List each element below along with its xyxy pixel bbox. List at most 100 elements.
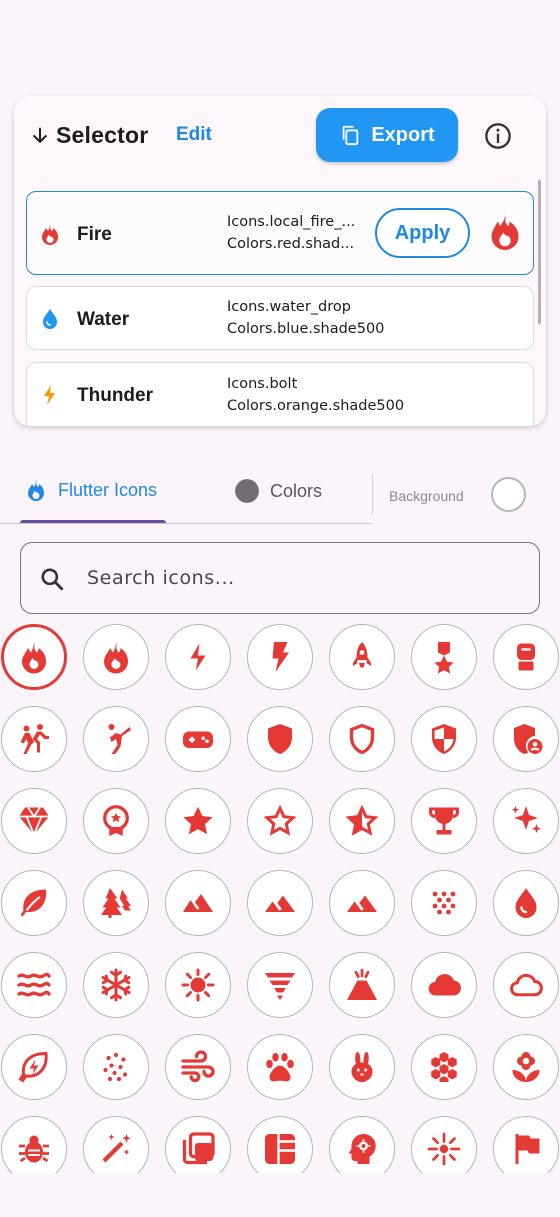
search-input[interactable]: [87, 561, 517, 595]
icon-grid-cell[interactable]: [83, 624, 149, 690]
icon-grid-cell[interactable]: [493, 788, 559, 854]
icon-grid-cell[interactable]: [83, 788, 149, 854]
flag-icon: [515, 1134, 540, 1164]
icon-grid-cell[interactable]: [329, 952, 395, 1018]
cruelty-free-icon: [351, 1052, 373, 1082]
icon-grid-cell[interactable]: [493, 870, 559, 936]
row-name: Fire: [77, 224, 112, 245]
row-name: Thunder: [77, 385, 153, 406]
icon-grid-cell[interactable]: [329, 870, 395, 936]
icon-grid-cell[interactable]: [1, 952, 67, 1018]
icon-grid-cell[interactable]: [165, 870, 231, 936]
icon-grid-cell[interactable]: [329, 1034, 395, 1100]
icon-grid-cell[interactable]: [411, 1034, 477, 1100]
icon-grid-cell[interactable]: [411, 952, 477, 1018]
row-icon-name: Icons.bolt: [227, 376, 298, 392]
icon-grid-cell[interactable]: [1, 1116, 67, 1173]
icon-grid-cell[interactable]: [493, 1116, 559, 1173]
icon-grid-cell[interactable]: [329, 624, 395, 690]
export-button[interactable]: Export: [316, 108, 458, 162]
icon-grid-cell[interactable]: [165, 788, 231, 854]
icon-grid-cell[interactable]: [247, 788, 313, 854]
icon-grid-cell[interactable]: [411, 624, 477, 690]
background-color-toggle[interactable]: [491, 477, 526, 512]
icon-grid-cell[interactable]: [247, 1034, 313, 1100]
fire-icon: [104, 642, 128, 674]
waves-icon: [17, 972, 51, 997]
star-half-icon: [345, 804, 379, 836]
volcano-icon: [347, 968, 377, 1000]
selector-card: Selector Edit Export Fire Icons.local_fi…: [14, 96, 546, 426]
icon-grid-cell[interactable]: [493, 706, 559, 772]
sports-mma-icon: [517, 643, 535, 671]
selector-title-group[interactable]: Selector: [30, 122, 148, 149]
icon-grid-cell[interactable]: [411, 788, 477, 854]
row-meta: Icons.local_fire_... Colors.red.shad...: [227, 211, 355, 255]
hive-icon: [431, 1052, 457, 1082]
fire-preview-icon: [491, 215, 519, 250]
icon-grid-cell[interactable]: [1, 624, 67, 690]
icon-grid-cell[interactable]: [411, 706, 477, 772]
icon-grid-cell[interactable]: [493, 624, 559, 690]
landscape-icon: [183, 894, 213, 912]
icon-grid-cell[interactable]: [493, 1034, 559, 1100]
icon-grid-cell[interactable]: [83, 1034, 149, 1100]
icon-grid-cell[interactable]: [411, 870, 477, 936]
sports-kabaddi-icon: [20, 724, 49, 754]
icon-grid-cell[interactable]: [247, 870, 313, 936]
icon-grid-cell[interactable]: [1, 706, 67, 772]
tab-label: Flutter Icons: [58, 479, 158, 500]
tab-colors[interactable]: Colors: [234, 478, 322, 504]
water-drop-icon: [515, 888, 537, 918]
icon-grid-cell[interactable]: [247, 952, 313, 1018]
icon-grid-cell[interactable]: [329, 706, 395, 772]
fire-icon: [42, 224, 58, 245]
icon-grid-cell[interactable]: [83, 706, 149, 772]
tab-flutter-icons[interactable]: Flutter Icons: [24, 478, 157, 502]
selector-row-thunder[interactable]: Thunder Icons.bolt Colors.orange.shade50…: [26, 362, 534, 426]
flash-icon: [272, 642, 289, 672]
selector-scrollbar[interactable]: [538, 180, 541, 324]
sunny-icon: [181, 968, 215, 1002]
icon-grid-cell[interactable]: [165, 624, 231, 690]
row-name: Water: [77, 309, 130, 330]
icon-grid-cell[interactable]: [411, 1116, 477, 1173]
fire-icon: [28, 480, 44, 501]
security-icon: [432, 724, 456, 754]
icon-grid-cell[interactable]: [1, 1034, 67, 1100]
info-icon[interactable]: [484, 122, 512, 150]
cloud-outline-icon: [510, 973, 543, 997]
icon-grid-cell[interactable]: [83, 1116, 149, 1173]
diamond-icon: [19, 807, 49, 837]
icon-grid-cell[interactable]: [329, 788, 395, 854]
icon-grid: [0, 623, 560, 1173]
icon-grid-cell[interactable]: [165, 1116, 231, 1173]
icon-grid-cell[interactable]: [165, 706, 231, 772]
icon-grid-cell[interactable]: [83, 870, 149, 936]
selector-row-water[interactable]: Water Icons.water_drop Colors.blue.shade…: [26, 286, 534, 350]
auto-fix-icon: [102, 1134, 131, 1163]
export-label: Export: [371, 123, 435, 146]
icon-grid-cell[interactable]: [165, 952, 231, 1018]
local-florist-icon: [512, 1052, 540, 1082]
icon-grid-cell[interactable]: [83, 952, 149, 1018]
edit-button[interactable]: Edit: [176, 124, 212, 146]
icon-grid-cell[interactable]: [247, 1116, 313, 1173]
search-field[interactable]: [20, 542, 540, 614]
icon-grid-cell[interactable]: [329, 1116, 395, 1173]
filter-hdr-icon: [347, 895, 377, 912]
icon-grid-cell[interactable]: [1, 870, 67, 936]
circle-icon: [235, 479, 259, 503]
arrow-down-icon: [33, 127, 47, 143]
icon-grid-cell[interactable]: [247, 624, 313, 690]
row-meta: Icons.bolt Colors.orange.shade500: [227, 373, 404, 417]
search-icon: [41, 568, 64, 591]
icon-grid-cell[interactable]: [247, 706, 313, 772]
selector-row-fire[interactable]: Fire Icons.local_fire_... Colors.red.sha…: [26, 191, 534, 275]
trophy-icon: [429, 807, 459, 835]
apply-button[interactable]: Apply: [375, 208, 470, 258]
water-drop-icon: [43, 309, 57, 329]
icon-grid-cell[interactable]: [165, 1034, 231, 1100]
icon-grid-cell[interactable]: [1, 788, 67, 854]
icon-grid-cell[interactable]: [493, 952, 559, 1018]
